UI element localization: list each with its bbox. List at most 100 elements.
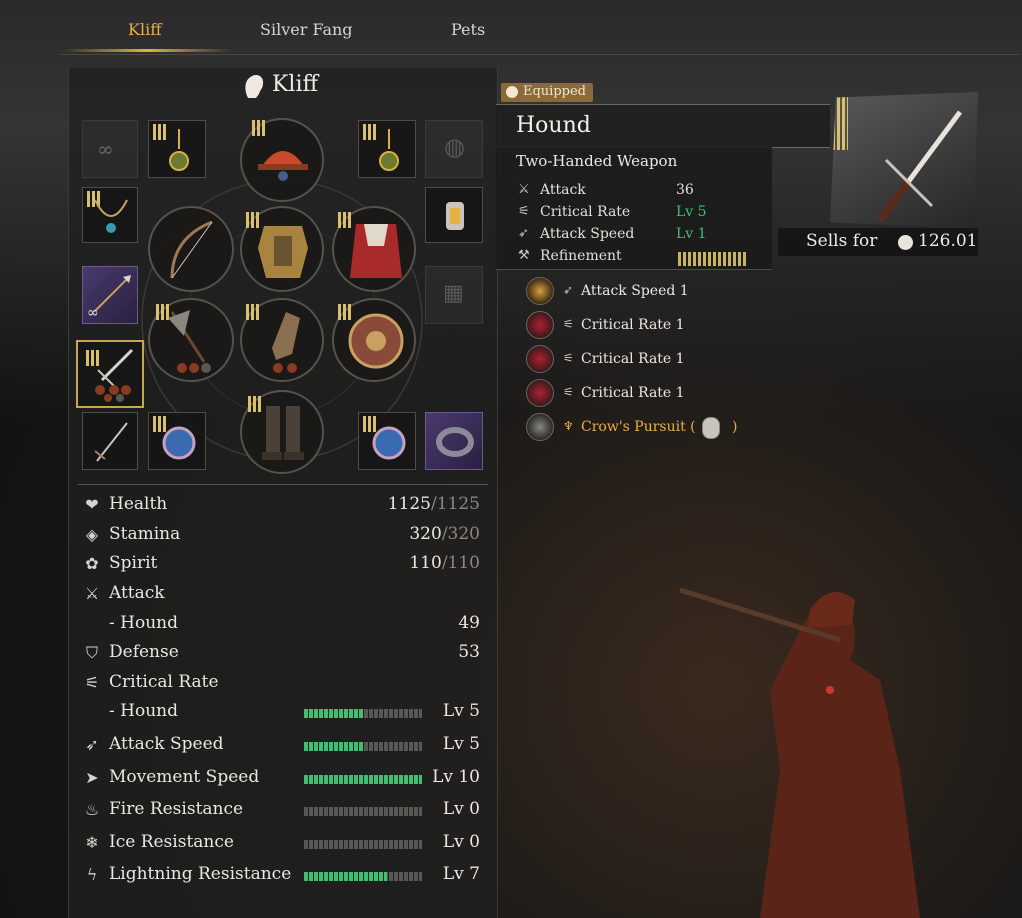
tooltip-row-value: 36 [676, 182, 694, 198]
stat-value: 110/110 [409, 553, 480, 573]
ring-icon [372, 426, 406, 460]
equip-slot-helmet[interactable] [240, 118, 324, 202]
equip-slot-ring-left[interactable] [148, 412, 206, 470]
stat-ice-resistance: ❄ Ice Resistance Lv 0 [80, 832, 482, 858]
stat-stamina: ◈ Stamina 320/320 [80, 524, 482, 550]
mask-icon: ◍ [444, 133, 465, 161]
stat-critical-rate: ⚟ Critical Rate [80, 672, 482, 698]
earring-icon [379, 129, 399, 171]
tab-bar [60, 0, 1020, 55]
equip-slot-spear[interactable]: ∞ [82, 266, 138, 324]
effect-orb-icon [526, 311, 554, 339]
equipped-badge: Equipped [501, 83, 593, 102]
equipped-label: Equipped [523, 84, 587, 99]
health-current: 1125 [387, 494, 431, 514]
snowflake-icon: ❄ [85, 833, 99, 852]
sword-icon [95, 348, 134, 402]
item-name: Hound [516, 113, 591, 138]
active-tab-indicator [62, 49, 232, 52]
character-name: Kliff [272, 72, 319, 97]
spirit-max: /110 [441, 553, 480, 573]
tooltip-attack-speed-row: ➶ Attack Speed Lv 1 [518, 226, 748, 246]
equip-slot-gloves[interactable] [240, 298, 324, 382]
stat-sublabel: - Hound [109, 701, 178, 721]
spirit-current: 110 [409, 553, 442, 573]
stats-divider [78, 484, 488, 485]
equip-slot-hound-sword[interactable] [76, 340, 144, 408]
equip-slot-ring-right[interactable] [358, 412, 416, 470]
equip-slot-chest-armor[interactable] [240, 206, 324, 292]
stat-attack-hound: - Hound 49 [80, 613, 482, 639]
stat-value: 53 [458, 642, 480, 662]
equip-slot-earring-left[interactable] [148, 120, 206, 178]
stat-value: Lv 0 [442, 799, 480, 819]
equip-slot-cloak[interactable] [332, 206, 416, 292]
claw-icon: ⚟ [518, 204, 530, 219]
sub-effect-item[interactable]: ⚟ Critical Rate 1 [526, 345, 826, 375]
sub-effect-item[interactable]: ➶ Attack Speed 1 [526, 277, 826, 307]
tab-silver-fang[interactable]: Silver Fang [260, 20, 353, 39]
stat-label: Critical Rate [109, 672, 219, 692]
stat-spirit: ✿ Spirit 110/110 [80, 553, 482, 579]
item-type: Two-Handed Weapon [516, 152, 678, 170]
equip-slot-mask[interactable]: ◍ [425, 120, 483, 178]
equip-slot-boots[interactable] [240, 390, 324, 474]
equipped-icon [506, 86, 518, 98]
level-bar [304, 840, 422, 849]
claw-icon: ⚟ [563, 351, 574, 365]
level-bar [304, 742, 422, 751]
tier-marker [153, 124, 167, 140]
equip-slot-earring-right[interactable] [358, 120, 416, 178]
stat-sublabel: - Hound [109, 613, 178, 633]
stat-label: Attack Speed [109, 734, 224, 754]
backpack-icon: ▦ [443, 281, 464, 306]
boot-icon: ➤ [85, 768, 99, 787]
sub-effect-label: Critical Rate 1 [581, 351, 685, 367]
equip-slot-necklace[interactable] [82, 187, 138, 243]
sells-price: 126.01 [918, 231, 978, 251]
claw-icon: ⚟ [563, 317, 574, 331]
sell-price-bar: Sells for 126.01 [778, 228, 978, 256]
sub-effect-item[interactable]: ⚟ Critical Rate 1 [526, 311, 826, 341]
bow-icon [170, 220, 213, 279]
stat-label: Spirit [109, 553, 158, 573]
gloves-icon [272, 312, 300, 373]
sub-effect-item[interactable]: ⚟ Critical Rate 1 [526, 379, 826, 409]
equip-slot-glasses[interactable]: ∞ [82, 120, 138, 178]
effect-orb-icon [526, 413, 554, 441]
stat-value: 1125/1125 [388, 494, 480, 514]
level-bar-fill [304, 742, 363, 751]
infinity-icon: ∞ [87, 305, 99, 321]
equip-slot-lantern[interactable] [425, 187, 483, 243]
stat-value: Lv 0 [442, 832, 480, 852]
effect-orb-icon [526, 345, 554, 373]
tooltip-critical-rate-row: ⚟ Critical Rate Lv 5 [518, 204, 748, 224]
sword-icon: ⚔ [84, 584, 100, 603]
equip-slot-shield[interactable] [332, 298, 416, 382]
stat-label: Attack [109, 583, 165, 603]
tab-kliff[interactable]: Kliff [128, 20, 162, 39]
equip-slot-bow[interactable] [148, 206, 234, 292]
sub-effect-label: Crow's Pursuit ( [581, 419, 696, 435]
stat-value: Lv 10 [432, 767, 480, 787]
equip-slot-backpack[interactable]: ▦ [425, 266, 483, 324]
level-bar [304, 872, 422, 881]
level-bar [304, 709, 422, 718]
stat-value: 49 [458, 613, 480, 633]
sub-effect-skill[interactable]: ♆ Crow's Pursuit ( ) [526, 413, 826, 443]
lantern-icon [446, 202, 464, 230]
equip-slot-secondary-sword[interactable] [82, 412, 138, 470]
level-bar-fill [304, 872, 387, 881]
claw-icon: ⚟ [563, 385, 574, 399]
tab-pets[interactable]: Pets [451, 20, 485, 39]
bracelet-icon [436, 427, 474, 457]
tooltip-divider [496, 269, 772, 270]
tooltip-attack-row: ⚔ Attack 36 [518, 182, 748, 202]
stamina-current: 320 [409, 524, 442, 544]
speed-icon: ➶ [518, 226, 529, 241]
sword-icon [94, 422, 128, 462]
claw-icon: ⚟ [84, 673, 100, 692]
equip-slot-bracelet[interactable] [425, 412, 483, 470]
leaf-icon: ✿ [85, 554, 99, 573]
equip-slot-axe[interactable] [148, 298, 234, 382]
